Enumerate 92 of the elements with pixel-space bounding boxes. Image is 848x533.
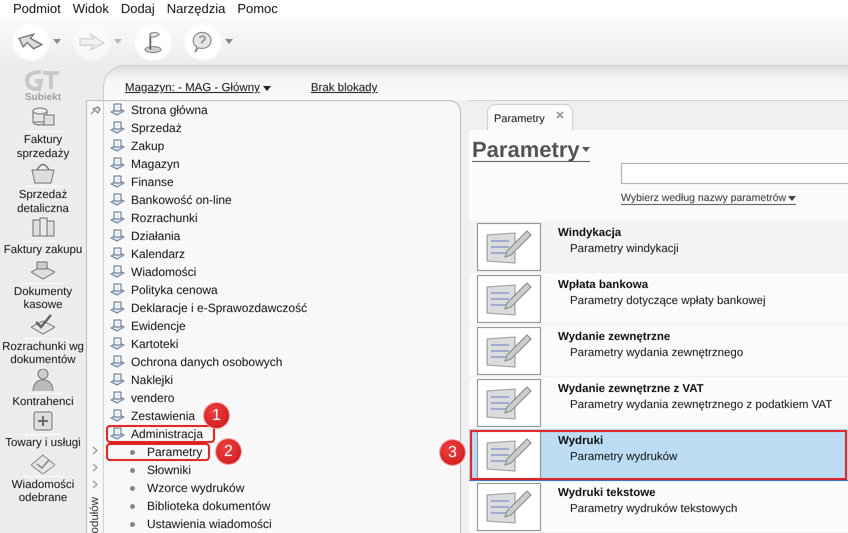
bullet-icon [130, 486, 135, 490]
parameter-title: Wpłata bankowa [558, 278, 650, 290]
tree-item[interactable]: Strona główna [106, 101, 220, 119]
parameter-title: Wydanie zewnętrzne z VAT [558, 382, 705, 394]
parameter-row[interactable]: Windykacja Parametry windykacji [469, 221, 848, 273]
close-icon[interactable] [556, 111, 564, 120]
caret-icon [788, 196, 796, 201]
bullet-icon [130, 522, 135, 526]
tree-item[interactable]: Kartoteki [106, 335, 190, 353]
tree-item[interactable]: vendero [106, 389, 186, 407]
edit-document-icon [477, 378, 541, 426]
caret-icon [582, 147, 590, 152]
nav-item[interactable]: Faktury zakupu [0, 217, 86, 258]
tab[interactable]: Parametry [487, 104, 573, 130]
tree-item[interactable]: Deklaracje i e-Sprawozdawczość [106, 299, 320, 317]
parameter-row[interactable]: Wydanie zewnętrzne Parametry wydania zewnętrznego [469, 325, 848, 377]
tree-item[interactable]: Bankowość on-line [106, 191, 244, 209]
step-badge: 2 [216, 439, 241, 464]
step-badge: 3 [440, 440, 465, 465]
edit-document-icon [477, 326, 541, 374]
menu-item[interactable]: Widok [66, 0, 115, 18]
tree-item[interactable]: Wiadomości [106, 263, 208, 281]
page-title[interactable]: Parametry [472, 138, 590, 162]
caret-icon [53, 39, 61, 44]
box-icon [31, 410, 55, 432]
parameter-title: Wydruki [558, 434, 604, 446]
tree-item[interactable]: Naklejki [106, 371, 186, 389]
tree-item[interactable]: Słowniki [106, 461, 200, 479]
parameter-description: Parametry wydania zewnętrznego z podatkiem VAT [570, 398, 832, 410]
menu-item[interactable]: Dodaj [114, 0, 161, 18]
nav-item[interactable]: Towary i usługi [0, 410, 86, 450]
nav-item[interactable]: Sprzedaż detaliczna [0, 162, 86, 216]
lock-status-link[interactable]: Brak blokady [310, 82, 378, 94]
parameter-description: Parametry wydania zewnętrznego [570, 346, 744, 358]
menu-item[interactable]: Narzędzia [160, 0, 232, 18]
parameter-description: Parametry wydruków [570, 450, 678, 462]
caret-icon [114, 39, 122, 44]
nav-item[interactable]: Kontrahenci [0, 368, 86, 409]
menu-item[interactable]: Pomoc [231, 0, 284, 18]
tree-item[interactable]: Ewidencje [106, 317, 198, 335]
tree-item[interactable]: Ochrona danych osobowych [106, 353, 294, 371]
check-icon [31, 314, 55, 336]
parameter-row[interactable]: Wydanie zewnętrzne z VAT Parametry wydania zewnętrznego z podatkiem VAT [469, 377, 848, 429]
tree-item[interactable]: Finanse [106, 173, 186, 191]
filter-link[interactable]: Wybierz według nazwy parametrów [621, 192, 796, 206]
edit-document-icon [477, 482, 541, 530]
caret-icon [262, 86, 271, 90]
tree-item[interactable]: Polityka cenowa [106, 281, 230, 299]
toolbar-button[interactable] [184, 22, 233, 60]
basket-icon [31, 162, 55, 184]
nav-item[interactable]: Dokumenty kasowe [0, 258, 86, 312]
toolbar-button[interactable] [12, 22, 61, 60]
bullet-icon [130, 468, 135, 472]
parameter-title: Wydanie zewnętrzne [558, 330, 672, 342]
tree-item[interactable]: Biblioteka dokumentów [106, 497, 278, 515]
parameter-row[interactable]: Wydruki Parametry wydruków [469, 429, 848, 481]
person-icon [31, 368, 55, 390]
parameter-row[interactable]: Wydruki tekstowe Parametry wydruków tekstowych [469, 481, 848, 533]
warehouse-link[interactable]: Magazyn: - MAG - Główny [125, 82, 271, 94]
binders-icon [31, 217, 55, 239]
bullet-icon [130, 504, 135, 508]
edit-document-icon [477, 430, 541, 478]
parameter-description: Parametry dotyczące wpłaty bankowej [570, 294, 766, 306]
step-badge: 1 [204, 403, 229, 428]
caret-icon [225, 39, 233, 44]
tree-item[interactable]: Sprzedaż [106, 119, 194, 137]
parameter-row[interactable]: Wpłata bankowa Parametry dotyczące wpłaty bankowej [469, 273, 848, 325]
search-field[interactable] [621, 163, 848, 184]
tree-item[interactable]: Rozrachunki [106, 209, 210, 227]
nav-item[interactable]: Wiadomości odebrane [0, 452, 86, 506]
nav-item[interactable]: Faktury sprzedaży [0, 107, 86, 161]
edit-document-icon [477, 274, 541, 322]
pin-icon[interactable] [90, 106, 100, 115]
tree-item[interactable]: Administracja [106, 425, 216, 443]
logo-text: Subiekt [24, 92, 62, 103]
toolbar-button[interactable] [134, 22, 172, 60]
tree-item[interactable]: Zakup [106, 137, 176, 155]
parameter-description: Parametry windykacji [570, 242, 679, 254]
nav-item[interactable]: Rozrachunki wg dokumentów [0, 314, 86, 368]
parameter-title: Windykacja [558, 226, 622, 238]
tree-item[interactable]: Działania [106, 227, 192, 245]
bullet-icon [130, 450, 135, 454]
modules-label: odułów [89, 496, 101, 533]
tree-item[interactable]: Magazyn [106, 155, 192, 173]
tree-item[interactable]: Parametry [106, 443, 210, 461]
parameter-description: Parametry wydruków tekstowych [570, 502, 738, 514]
parameter-title: Wydruki tekstowe [558, 486, 657, 498]
tree-item[interactable]: Ustawienia wiadomości [106, 515, 280, 533]
menu-item[interactable]: Podmiot [7, 0, 67, 18]
edit-document-icon [477, 222, 541, 270]
tree-item[interactable]: Wzorce wydruków [106, 479, 252, 497]
tree-item[interactable]: Kalendarz [106, 245, 198, 263]
